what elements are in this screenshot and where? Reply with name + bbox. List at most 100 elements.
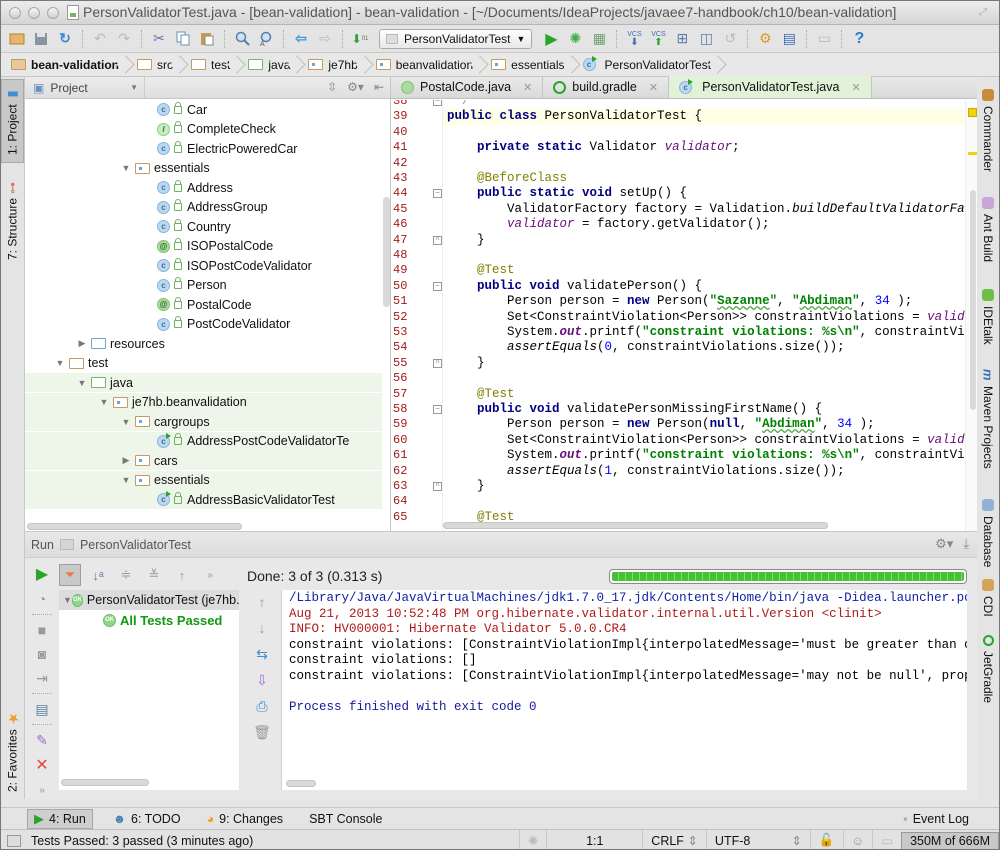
make-icon[interactable]: ⬇ 01 [349,28,371,50]
code-line[interactable]: Set<ConstraintViolation<Person>> constra… [443,433,977,448]
fold-toggle-icon[interactable]: ^ [433,235,442,245]
code-line[interactable]: @Test [443,387,965,402]
tree-item[interactable]: ▶ cars [25,451,382,470]
tree-item[interactable]: @ PostalCode [25,295,382,314]
rerun-icon[interactable]: ▶ [31,564,53,584]
breadcrumb-item[interactable]: c PersonValidatorTest [579,53,720,77]
run-icon[interactable]: ▶ [540,28,562,50]
tool-tab-changes[interactable]: ◕ 9: Changes [201,809,290,829]
tree-item[interactable]: c Country [25,217,382,236]
cut-icon[interactable]: ✂ [148,28,170,50]
code-line[interactable] [443,125,965,140]
tool-tab-cdi[interactable]: CDI [976,577,999,617]
code-line[interactable]: assertEquals(1, constraintViolations.siz… [443,464,965,479]
line-separator-select[interactable]: CRLF ⇕ [642,829,706,849]
more-icon[interactable]: » [31,781,53,799]
tool-tab-idetalk[interactable]: IDEtalk [976,287,999,345]
fold-toggle-icon[interactable]: − [433,189,442,199]
collapse-all-icon[interactable]: ⇳ [327,80,337,94]
collapse-arrow-icon[interactable]: ▶ [77,338,87,349]
clear-all-icon[interactable]: 🗑 [251,722,273,742]
memory-indicator[interactable]: 350M of 666M [901,831,999,849]
background-tasks-icon[interactable]: ✺ [518,829,546,849]
code-line[interactable]: System.out.printf("constraint violations… [443,325,977,340]
fullscreen-icon[interactable]: ⤢ [979,7,991,19]
compare-icon[interactable]: ⊞ [671,28,693,50]
find-icon[interactable] [231,28,253,50]
expand-all-icon[interactable]: ≑ [115,564,137,586]
tree-item[interactable]: c Car [25,100,382,119]
code-line[interactable]: @Test [443,263,965,278]
tree-item[interactable]: c ElectricPoweredCar [25,139,382,158]
warning-marker[interactable] [968,108,977,117]
warning-marker[interactable] [968,152,977,155]
code-line[interactable]: ValidatorFactory factory = Validation.bu… [443,202,977,217]
expand-arrow-icon[interactable]: ▼ [121,163,131,173]
tree-item[interactable]: c AddressGroup [25,198,382,217]
forward-icon[interactable]: ⇨ [314,28,336,50]
tree-item[interactable]: ▼ java [25,373,382,392]
code-line[interactable]: validator = factory.getValidator(); [443,217,965,232]
soft-wrap-icon[interactable]: ⇆ [251,644,273,664]
test-suite-row[interactable]: ▼ OK PersonValidatorTest (je7hb.beanvali… [59,590,239,610]
code-line[interactable]: public void validatePerson() { [443,279,965,294]
pin-icon[interactable]: ✎ [31,731,53,749]
tree-item[interactable]: ▼ je7hb.beanvalidation [25,392,382,412]
zoom-window-button[interactable] [47,6,59,19]
open-icon[interactable] [6,28,28,50]
encoding-select[interactable]: UTF-8 ⇕ [705,829,810,849]
export-icon[interactable]: ⇥ [31,669,53,687]
debug-icon[interactable]: ✺ [564,28,586,50]
back-icon[interactable]: ⇦ [290,28,312,50]
tree-item[interactable]: ▼ test [25,354,382,373]
close-tab-icon[interactable]: ✕ [851,81,860,94]
read-only-lock-icon[interactable]: 🔓 [809,829,843,849]
tree-item[interactable]: c AddressPostCodeValidatorTe [25,431,382,451]
breadcrumb-item[interactable]: test [187,53,238,77]
redo-icon[interactable]: ↷ [113,28,135,50]
tab-personvalidatortest-java[interactable]: c PersonValidatorTest.java ✕ [669,76,872,98]
code-line[interactable]: Set<ConstraintViolation<Person>> constra… [443,310,977,325]
dump-threads-icon[interactable]: ◙ [31,645,53,663]
rerun-failed-icon[interactable]: ◔ [31,590,53,608]
breadcrumb-item[interactable]: src [133,53,181,77]
caret-position[interactable]: 1:1 [546,829,642,849]
settings-icon[interactable]: ⚙ [754,28,776,50]
tree-item[interactable]: @ ISOPostalCode [25,237,382,256]
breadcrumb-item[interactable]: je7hb [304,53,365,77]
code-line[interactable]: } [443,356,965,371]
vcs-widget-icon[interactable]: ▭ [872,829,901,849]
breadcrumb-item[interactable]: bean-validation [7,53,127,77]
scroll-to-end-icon[interactable]: ⇩ [251,670,273,690]
code-line[interactable]: assertEquals(0, constraintViolations.siz… [443,340,965,355]
paste-icon[interactable] [196,28,218,50]
revert-icon[interactable]: ↺ [719,28,741,50]
help-icon[interactable]: ? [848,28,870,50]
code-line[interactable]: Person person = new Person("Sazanne", "A… [443,294,965,309]
history-icon[interactable]: ◫ [695,28,717,50]
coverage-icon[interactable]: ▦ [588,28,610,50]
down-arrow-icon[interactable]: ↓ [251,618,273,638]
run-tab-title[interactable]: PersonValidatorTest [80,538,191,552]
code-line[interactable] [443,248,965,263]
code-line[interactable]: public class PersonValidatorTest { [443,109,965,125]
hide-panel-icon[interactable]: ⤓ [963,536,969,552]
tool-tab-database[interactable]: Database [976,497,999,567]
copy-icon[interactable] [172,28,194,50]
breadcrumb-item[interactable]: essentials [487,53,572,77]
breadcrumb-item[interactable]: java [244,53,298,77]
console-hscrollbar[interactable] [286,780,316,787]
tree-item[interactable]: c AddressBasicValidatorTest [25,490,382,509]
console-output[interactable]: /Library/Java/JavaVirtualMachines/jdk1.7… [281,590,967,790]
stop-icon[interactable]: ■ [31,621,53,639]
tree-item[interactable]: I CompleteCheck [25,120,382,139]
minimize-window-button[interactable] [28,6,40,19]
replace-icon[interactable]: A [255,28,277,50]
code-line[interactable]: } [443,479,965,494]
previous-icon[interactable]: ↑ [171,564,193,586]
splitter-handle[interactable] [239,590,245,790]
fold-toggle-icon[interactable]: − [433,281,442,291]
close-tab-icon[interactable]: ✕ [523,81,532,94]
editor-scrollbar[interactable] [970,190,976,410]
fold-toggle-icon[interactable]: − [433,100,442,106]
